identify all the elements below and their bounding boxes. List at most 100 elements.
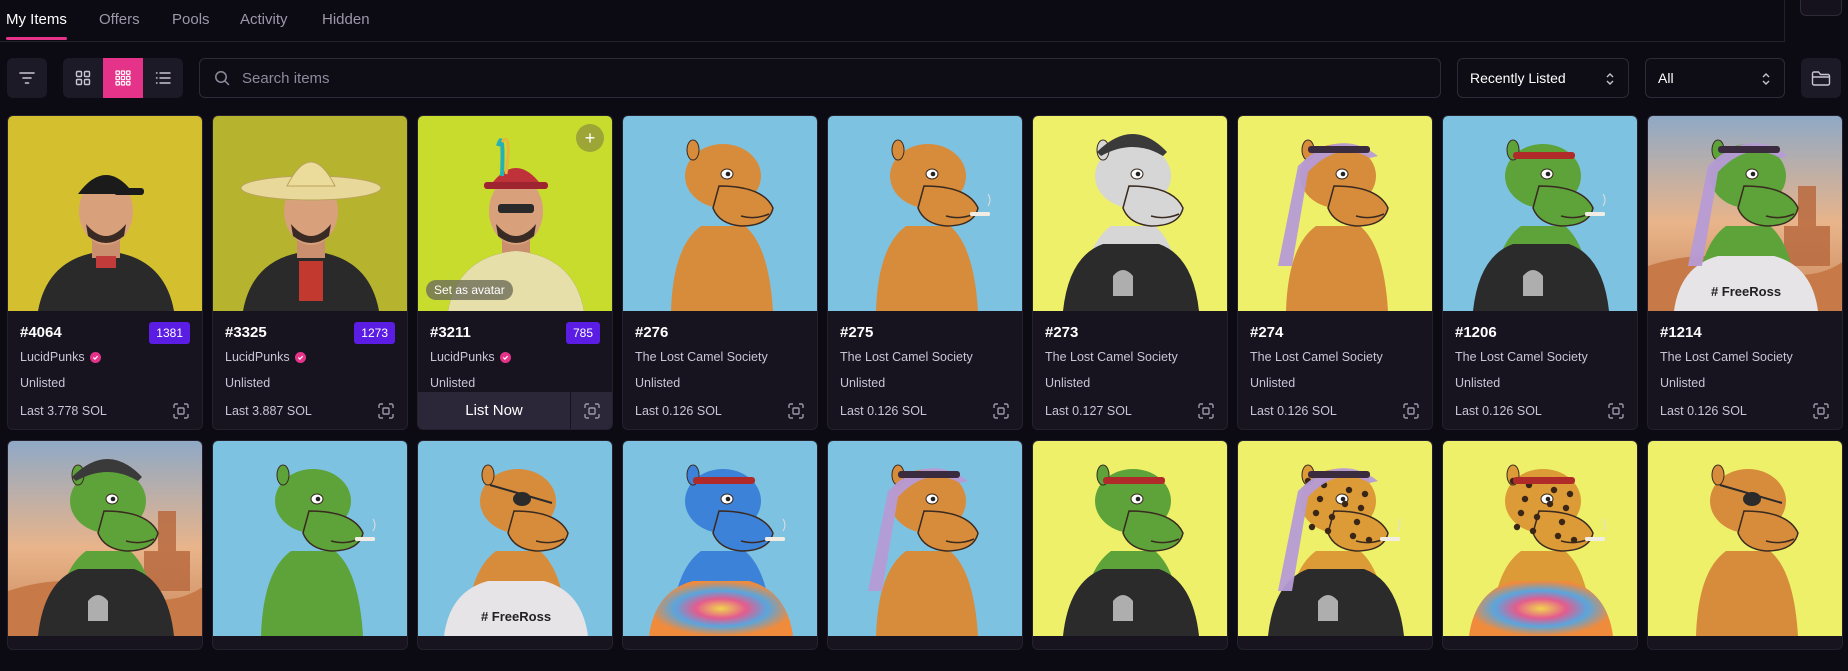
nft-card[interactable]: #3211 785 LucidPunks Unlisted + Set as avatar…	[417, 115, 613, 430]
verified-icon	[294, 351, 306, 363]
collection-label: LucidPunks	[20, 350, 85, 364]
nft-name: #274	[1250, 324, 1284, 341]
tab-hidden[interactable]: Hidden	[322, 11, 370, 28]
nft-card[interactable]: #1213	[7, 440, 203, 650]
quick-view-button[interactable]	[1607, 402, 1625, 420]
nft-image	[8, 116, 202, 311]
last-price: Last 0.126 SOL	[1250, 404, 1337, 418]
nft-name: #273	[1045, 324, 1079, 341]
collection-label: LucidPunks	[225, 350, 290, 364]
list-icon	[155, 72, 171, 84]
nft-name: #1208	[1660, 649, 1702, 650]
nft-card[interactable]: # FreeRoss #1218	[417, 440, 613, 650]
nft-card[interactable]: #4064 1381 LucidPunks Unlisted Last 3.778 SO…	[7, 115, 203, 430]
nft-card[interactable]: #1219	[622, 440, 818, 650]
listing-status: Unlisted	[1455, 376, 1501, 390]
quick-view-button[interactable]	[787, 402, 805, 420]
nft-card[interactable]: #1209	[1237, 440, 1433, 650]
folder-icon	[1811, 71, 1831, 86]
nft-card[interactable]: #3325 1273 LucidPunks Unlisted Last 3.887 SO…	[212, 115, 408, 430]
type-filter-select[interactable]: All	[1645, 58, 1785, 98]
svg-text:# FreeRoss: # FreeRoss	[481, 609, 551, 624]
folder-button[interactable]	[1801, 58, 1841, 98]
quick-view-button[interactable]	[172, 402, 190, 420]
search-input[interactable]	[242, 69, 1440, 87]
nft-image	[623, 116, 817, 311]
quick-view-button[interactable]	[992, 402, 1010, 420]
chevron-updown-icon	[1606, 73, 1614, 85]
nft-image	[213, 116, 407, 311]
nft-name: #1210	[225, 649, 267, 650]
view-mode-switch	[63, 58, 183, 98]
nft-image	[1443, 441, 1637, 636]
nft-name: #1218	[430, 649, 472, 650]
listing-status: Unlisted	[20, 376, 66, 390]
tab-my-items[interactable]: My Items	[6, 11, 67, 28]
nft-name: #276	[635, 324, 669, 341]
panel-toggle-button[interactable]	[1800, 0, 1842, 16]
list-now-button[interactable]: List Now	[418, 392, 570, 429]
view-large-grid-button[interactable]	[63, 58, 103, 98]
view-list-button[interactable]	[143, 58, 183, 98]
scan-icon	[583, 402, 600, 419]
last-price: Last 0.126 SOL	[635, 404, 722, 418]
sort-select[interactable]: Recently Listed	[1457, 58, 1629, 98]
nft-card[interactable]: #274 The Lost Camel Society Unlisted Last 0…	[1237, 115, 1433, 430]
nft-card[interactable]: #1208	[1647, 440, 1843, 650]
search-bar	[199, 58, 1441, 98]
nft-card[interactable]: #273 The Lost Camel Society Unlisted Last 0…	[1032, 115, 1228, 430]
collection-name: The Lost Camel Society	[1250, 350, 1383, 364]
nft-image	[828, 441, 1022, 636]
nft-name: #1214	[1660, 324, 1702, 341]
quick-view-button[interactable]	[1812, 402, 1830, 420]
nft-name: #1213	[20, 649, 62, 650]
last-price: Last 3.778 SOL	[20, 404, 107, 418]
scan-icon	[788, 403, 804, 419]
tab-activity[interactable]: Activity	[240, 11, 288, 28]
filter-button[interactable]	[7, 58, 47, 98]
scan-icon	[1813, 403, 1829, 419]
nft-card[interactable]: #1205	[1032, 440, 1228, 650]
last-price: Last 3.887 SOL	[225, 404, 312, 418]
listing-status: Unlisted	[635, 376, 681, 390]
quick-view-button[interactable]	[377, 402, 395, 420]
nft-name: #1205	[1045, 649, 1087, 650]
rarity-rank-badge: 1273	[354, 322, 395, 344]
grid-small-icon	[115, 70, 131, 86]
nft-card[interactable]: #1206 The Lost Camel Society Unlisted Last …	[1442, 115, 1638, 430]
grid-large-icon	[75, 70, 91, 86]
nft-card[interactable]: #1212	[827, 440, 1023, 650]
collection-name: The Lost Camel Society	[1455, 350, 1588, 364]
nft-image	[623, 441, 817, 636]
nft-name: #1212	[840, 649, 882, 650]
tab-pools[interactable]: Pools	[172, 11, 210, 28]
nft-name: #3325	[225, 324, 267, 341]
nft-card[interactable]: #1210	[212, 440, 408, 650]
quick-view-button[interactable]	[1402, 402, 1420, 420]
nft-image: # FreeRoss	[1648, 116, 1842, 311]
collection-label: LucidPunks	[430, 350, 495, 364]
nft-card[interactable]: # FreeRoss #1214 The Lost Camel Society Unl…	[1647, 115, 1843, 430]
nft-name: #4064	[20, 324, 62, 341]
rarity-rank-badge: 1381	[149, 322, 190, 344]
nft-image	[828, 116, 1022, 311]
tab-offers[interactable]: Offers	[99, 11, 140, 28]
search-icon	[214, 69, 232, 87]
add-to-cart-button[interactable]: +	[576, 124, 604, 152]
nft-name: #1206	[1455, 324, 1497, 341]
last-price: Last 0.127 SOL	[1045, 404, 1132, 418]
nft-card[interactable]: #1204	[1442, 440, 1638, 650]
quick-view-button[interactable]	[1197, 402, 1215, 420]
tab-bar: My Items Offers Pools Activity Hidden	[0, 0, 1785, 42]
nft-card[interactable]: #275 The Lost Camel Society Unlisted Last 0…	[827, 115, 1023, 430]
view-small-grid-button[interactable]	[103, 58, 143, 98]
collection-name: LucidPunks	[20, 350, 101, 364]
active-tab-indicator	[6, 37, 67, 40]
filter-icon	[19, 72, 35, 84]
nft-card[interactable]: #276 The Lost Camel Society Unlisted Last 0…	[622, 115, 818, 430]
collection-name: The Lost Camel Society	[840, 350, 973, 364]
set-as-avatar-button[interactable]: Set as avatar	[426, 280, 513, 300]
quick-view-button[interactable]	[570, 392, 612, 429]
collection-label: The Lost Camel Society	[1045, 350, 1178, 364]
collection-name: The Lost Camel Society	[1045, 350, 1178, 364]
